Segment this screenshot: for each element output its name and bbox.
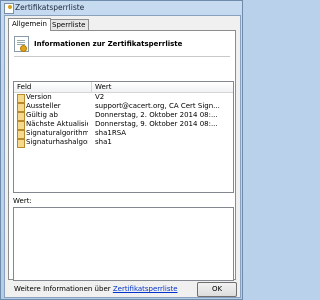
title-bar[interactable]: Zertifikatsperrliste (1, 1, 242, 14)
row-value: V2 (95, 93, 105, 101)
value-textbox[interactable] (13, 207, 234, 281)
row-value: Donnerstag, 2. Oktober 2014 08:... (95, 111, 218, 119)
list-row[interactable]: Signaturalgorithmus sha1RSA (14, 129, 233, 139)
list-row[interactable]: Version V2 (14, 93, 233, 103)
more-info-link[interactable]: Zertifikatsperrliste (113, 285, 178, 293)
general-tab-panel: Informationen zur Zertifikatsperrliste F… (8, 30, 236, 293)
certificate-list-icon (14, 36, 29, 52)
list-row[interactable]: Gültig ab Donnerstag, 2. Oktober 2014 08… (14, 111, 233, 121)
row-field: Version (26, 93, 52, 101)
certificate-revocation-list-window: Zertifikatsperrliste Allgemein Sperrlist… (0, 0, 243, 300)
row-value: Donnerstag, 9. Oktober 2014 08:... (95, 120, 218, 128)
row-value: support@cacert.org, CA Cert Sign... (95, 102, 220, 110)
header-divider (14, 56, 230, 57)
column-header-feld[interactable]: Feld (14, 82, 92, 92)
row-field: Gültig ab (26, 111, 58, 119)
certificate-icon (4, 3, 14, 14)
column-header-wert[interactable]: Wert (92, 82, 233, 92)
list-header: Feld Wert (14, 82, 233, 93)
row-value: sha1 (95, 138, 112, 146)
row-field: Signaturalgorithmus (26, 129, 88, 137)
tab-sperrliste[interactable]: Sperrliste (48, 19, 90, 30)
value-label: Wert: (13, 197, 32, 205)
details-list[interactable]: Feld Wert Version V2 Aussteller support@… (13, 81, 234, 193)
list-row[interactable]: Signaturhashalgorit... sha1 (14, 138, 233, 148)
window-title: Zertifikatsperrliste (15, 3, 85, 12)
row-field: Aussteller (26, 102, 61, 110)
more-info-prefix: Weitere Informationen über (14, 285, 113, 293)
field-icon (17, 139, 25, 148)
ok-button[interactable]: OK (197, 282, 237, 297)
more-info-text: Weitere Informationen über Zertifikatspe… (14, 285, 178, 293)
row-field: Nächste Aktualisier... (26, 120, 88, 128)
dialog-client-area: Allgemein Sperrliste Informationen zur Z… (4, 15, 241, 298)
tab-allgemein[interactable]: Allgemein (8, 18, 51, 31)
row-value: sha1RSA (95, 129, 127, 137)
list-row[interactable]: Nächste Aktualisier... Donnerstag, 9. Ok… (14, 120, 233, 130)
row-field: Signaturhashalgorit... (26, 138, 88, 146)
list-row[interactable]: Aussteller support@cacert.org, CA Cert S… (14, 102, 233, 112)
section-title: Informationen zur Zertifikatsperrliste (34, 40, 183, 48)
